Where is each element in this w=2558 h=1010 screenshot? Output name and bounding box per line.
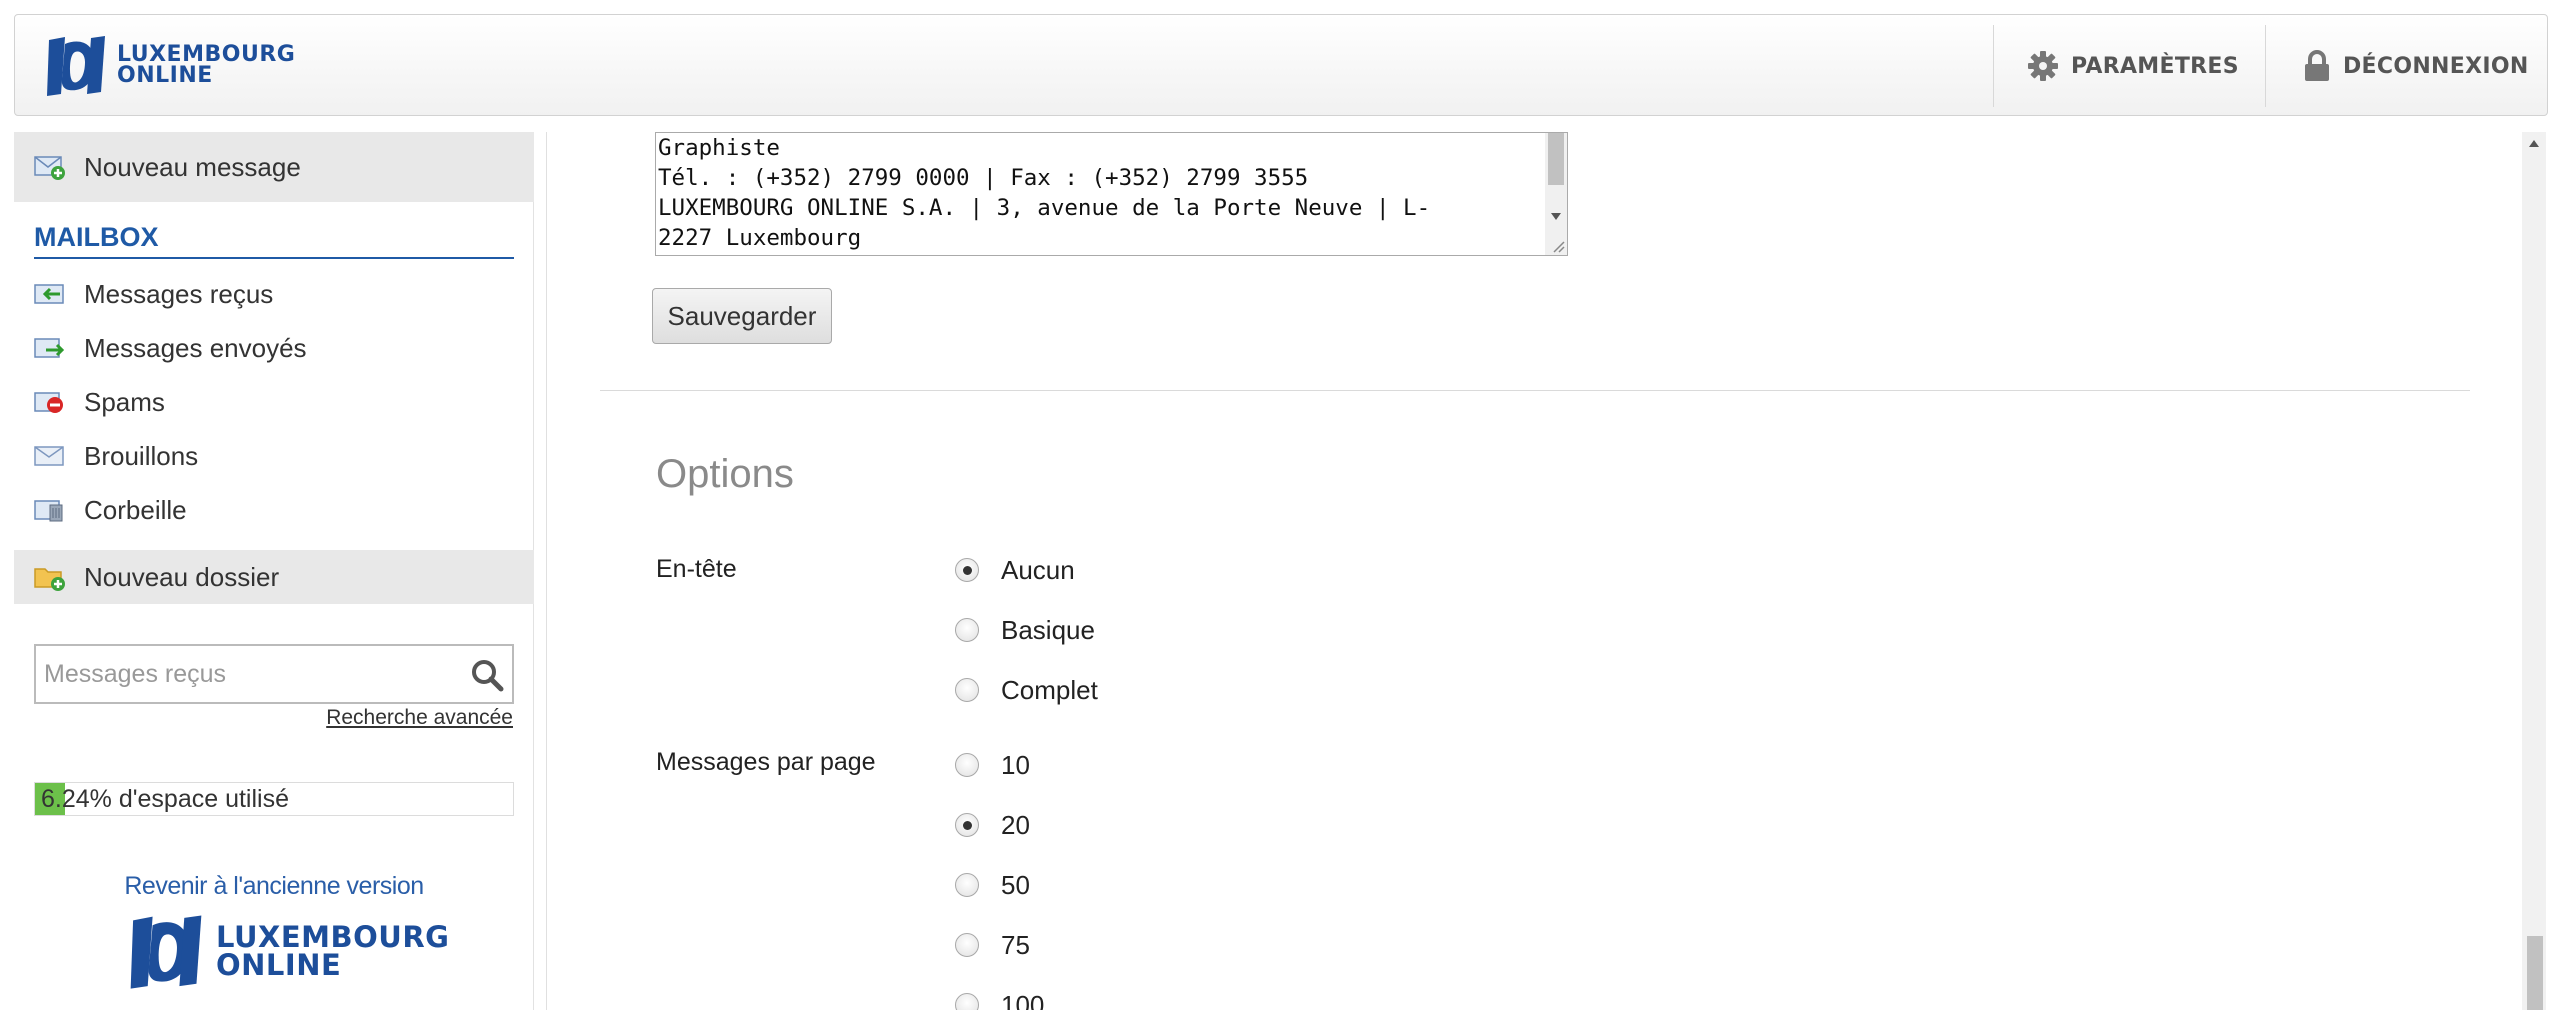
search-box bbox=[34, 644, 514, 704]
folder-drafts[interactable]: Brouillons bbox=[34, 436, 198, 476]
radio-label: Complet bbox=[1001, 674, 1098, 705]
spam-icon bbox=[34, 392, 63, 413]
header-separator bbox=[1993, 25, 1994, 107]
resize-handle-icon[interactable] bbox=[1551, 239, 1565, 253]
logo-wordmark: LUXEMBOURG ONLINE bbox=[117, 44, 295, 88]
folder-label: Messages reçus bbox=[84, 278, 274, 309]
radio-label: 100 bbox=[1001, 989, 1045, 1010]
drafts-icon bbox=[34, 446, 64, 466]
folder-trash[interactable]: Corbeille bbox=[34, 490, 187, 530]
search-input[interactable] bbox=[44, 654, 444, 694]
luxembourg-online-logo[interactable]: LUXEMBOURG ONLINE bbox=[45, 33, 295, 99]
lol-logo-mark-icon bbox=[47, 36, 105, 96]
radio-header-basic[interactable]: Basique bbox=[955, 615, 1095, 645]
sidebar: Nouveau message MAILBOX Messages reçus M… bbox=[14, 132, 534, 1010]
radio-header-none[interactable]: Aucun bbox=[955, 555, 1075, 585]
folder-label: Corbeille bbox=[84, 494, 187, 525]
new-message-icon bbox=[34, 156, 65, 180]
new-folder-label: Nouveau dossier bbox=[84, 561, 280, 592]
new-message-label: Nouveau message bbox=[84, 151, 301, 182]
page-scrollbar-thumb[interactable] bbox=[2527, 936, 2543, 1010]
radio-label: 75 bbox=[1001, 929, 1030, 960]
options-heading: Options bbox=[656, 452, 794, 496]
textarea-scrollbar-thumb[interactable] bbox=[1548, 133, 1564, 185]
header-separator bbox=[2265, 25, 2266, 107]
folder-label: Messages envoyés bbox=[84, 332, 307, 363]
trash-icon bbox=[34, 500, 63, 522]
folder-label: Spams bbox=[84, 386, 165, 417]
radio-header-full[interactable]: Complet bbox=[955, 675, 1098, 705]
folder-sent[interactable]: Messages envoyés bbox=[34, 328, 307, 368]
search-icon[interactable] bbox=[470, 658, 504, 692]
settings-button[interactable]: PARAMÈTRES bbox=[2027, 49, 2239, 83]
save-button[interactable]: Sauvegarder bbox=[652, 288, 832, 344]
radio-label: 50 bbox=[1001, 869, 1030, 900]
radio-label: 10 bbox=[1001, 749, 1030, 780]
folder-label: Brouillons bbox=[84, 440, 199, 471]
folder-inbox[interactable]: Messages reçus bbox=[34, 274, 273, 314]
section-divider bbox=[600, 390, 2470, 391]
storage-quota: 6.24% d'espace utilisé bbox=[34, 782, 514, 816]
new-message-button[interactable]: Nouveau message bbox=[14, 132, 534, 202]
radio-button[interactable] bbox=[955, 873, 979, 897]
old-version-link[interactable]: Revenir à l'ancienne version bbox=[14, 872, 534, 901]
radio-button[interactable] bbox=[955, 933, 979, 957]
folder-spam[interactable]: Spams bbox=[34, 382, 165, 422]
logo-line-2: ONLINE bbox=[117, 63, 213, 88]
scroll-up-arrow-icon[interactable] bbox=[2529, 140, 2539, 148]
radio-button[interactable] bbox=[955, 753, 979, 777]
old-version-logo[interactable]: LUXEMBOURG ONLINE bbox=[128, 912, 449, 992]
page-scrollbar[interactable] bbox=[2522, 132, 2546, 1010]
sent-icon bbox=[34, 338, 65, 358]
signature-textarea[interactable]: Graphiste Tél. : (+352) 2799 0000 | Fax … bbox=[655, 132, 1568, 256]
header-option-label: En-tête bbox=[656, 555, 737, 583]
textarea-scrollbar[interactable] bbox=[1545, 133, 1567, 255]
new-folder-icon bbox=[34, 568, 65, 591]
signature-line: Tél. : (+352) 2799 0000 | Fax : (+352) 2… bbox=[658, 165, 1309, 191]
radio-button[interactable] bbox=[955, 618, 979, 642]
signature-line: Graphiste bbox=[658, 135, 780, 161]
quota-label: 6.24% d'espace utilisé bbox=[41, 785, 289, 813]
radio-button[interactable] bbox=[955, 813, 979, 837]
gear-icon bbox=[2028, 51, 2058, 81]
per-page-option-label: Messages par page bbox=[656, 748, 876, 776]
logo-line-2: ONLINE bbox=[216, 948, 342, 982]
content-border bbox=[546, 132, 547, 1010]
radio-per-page-50[interactable]: 50 bbox=[955, 870, 1030, 900]
radio-button[interactable] bbox=[955, 993, 979, 1010]
radio-per-page-100[interactable]: 100 bbox=[955, 990, 1044, 1010]
radio-button[interactable] bbox=[955, 558, 979, 582]
logout-label: DÉCONNEXION bbox=[2343, 53, 2529, 79]
app-header: LUXEMBOURG ONLINE PARAMÈTRES DÉCONNEXION bbox=[14, 14, 2548, 116]
advanced-search-link[interactable]: Recherche avancée bbox=[326, 706, 513, 730]
mailbox-heading: MAILBOX bbox=[34, 222, 514, 259]
signature-line: LUXEMBOURG ONLINE S.A. | 3, avenue de la… bbox=[658, 195, 1431, 221]
logo-wordmark: LUXEMBOURG ONLINE bbox=[216, 923, 449, 982]
radio-per-page-10[interactable]: 10 bbox=[955, 750, 1030, 780]
new-folder-button[interactable]: Nouveau dossier bbox=[14, 550, 534, 604]
radio-label: Aucun bbox=[1001, 554, 1075, 585]
radio-button[interactable] bbox=[955, 678, 979, 702]
lock-icon bbox=[2305, 50, 2329, 81]
radio-per-page-20[interactable]: 20 bbox=[955, 810, 1030, 840]
settings-label: PARAMÈTRES bbox=[2071, 53, 2239, 79]
logout-button[interactable]: DÉCONNEXION bbox=[2303, 49, 2529, 83]
signature-line: 2227 Luxembourg bbox=[658, 225, 862, 251]
lol-logo-mark-icon bbox=[130, 915, 202, 989]
inbox-icon bbox=[34, 284, 64, 304]
radio-per-page-75[interactable]: 75 bbox=[955, 930, 1030, 960]
radio-label: 20 bbox=[1001, 809, 1030, 840]
scroll-down-arrow-icon[interactable] bbox=[1551, 213, 1561, 221]
radio-label: Basique bbox=[1001, 614, 1095, 645]
